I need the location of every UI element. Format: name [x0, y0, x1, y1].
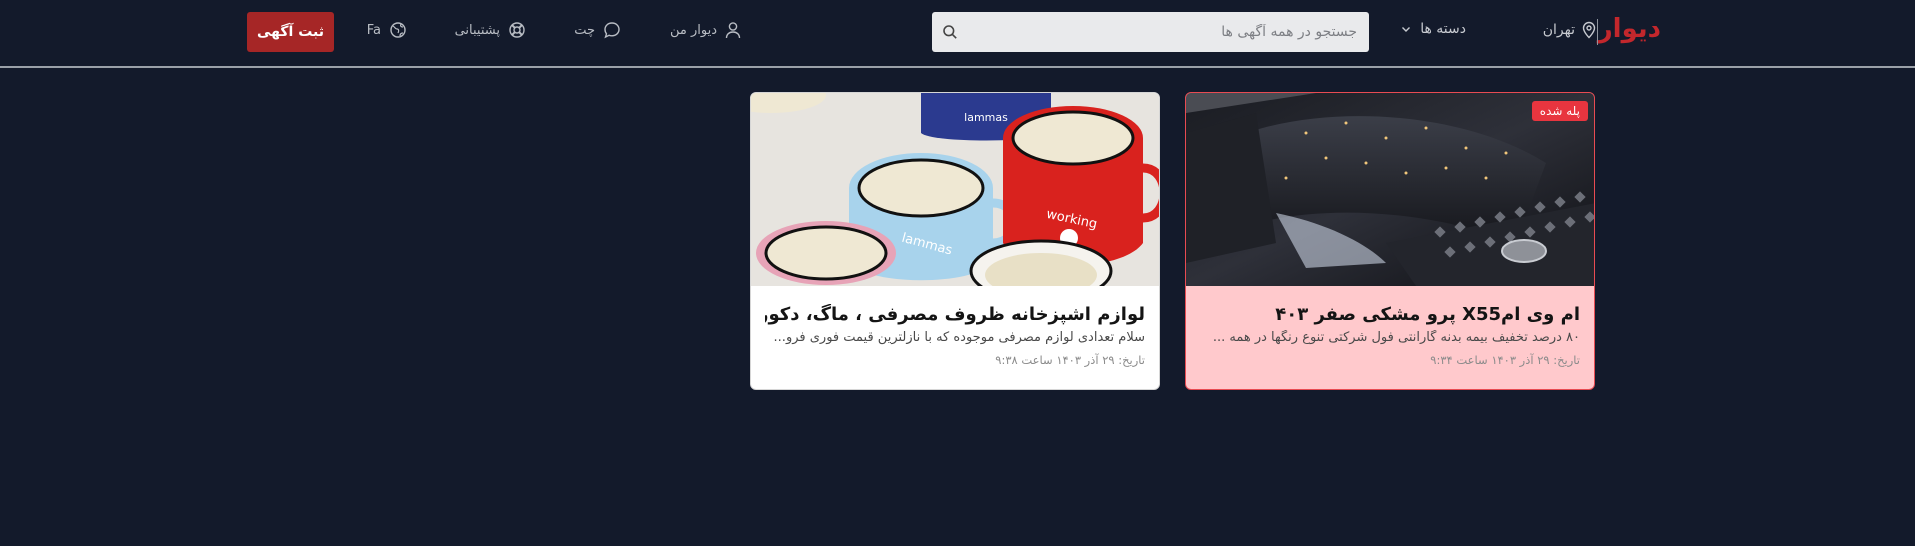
- mug-text-1: lammas: [964, 111, 1008, 124]
- listing-title[interactable]: ام وی امX55 پرو مشکی صفر ۴۰۳: [1200, 304, 1580, 325]
- divar-logo[interactable]: دیوار: [1598, 14, 1662, 44]
- listing-date: تاریخ: ۲۹ آذر ۱۴۰۳ ساعت ۹:۳۸: [995, 353, 1145, 367]
- language-switcher[interactable]: Fa: [367, 21, 407, 39]
- search-input[interactable]: [958, 24, 1359, 40]
- chat-link[interactable]: چت: [574, 21, 621, 39]
- listing-title[interactable]: لوازم اشپزخانه ظروف مصرفی ، ماگ، دکوری و…: [765, 304, 1145, 325]
- search-icon[interactable]: [942, 24, 958, 40]
- language-label: Fa: [366, 22, 381, 38]
- listing-body: لوازم اشپزخانه ظروف مصرفی ، ماگ، دکوری و…: [751, 286, 1159, 389]
- search-box[interactable]: [932, 12, 1369, 52]
- listing-body: ام وی امX55 پرو مشکی صفر ۴۰۳ ۸۰ درصد تخف…: [1186, 286, 1594, 389]
- header-divider: [1597, 19, 1598, 45]
- listing-description: ۸۰ درصد تخفیف بیمه بدنه گارانتی فول شرکت…: [1212, 330, 1580, 345]
- listing-image: پله شده: [1186, 93, 1594, 286]
- listing-card[interactable]: پله شده ام وی امX55 پرو مشکی صفر ۴۰۳ ۸۰ …: [1185, 92, 1595, 390]
- my-divar-label: دیوار من: [669, 22, 717, 38]
- categories-dropdown[interactable]: دسته ها: [1400, 21, 1466, 37]
- listing-date: تاریخ: ۲۹ آذر ۱۴۰۳ ساعت ۹:۳۴: [1430, 353, 1580, 367]
- chevron-down-icon: [1400, 23, 1412, 35]
- support-lifebuoy-icon: [508, 21, 526, 39]
- chat-bubble-icon: [603, 21, 621, 39]
- listing-description: سلام تعدادی لوازم مصرفی موجوده که با ناز…: [773, 330, 1145, 345]
- city-label: تهران: [1542, 22, 1575, 38]
- globe-icon: [389, 21, 407, 39]
- categories-label: دسته ها: [1420, 21, 1466, 37]
- chat-label: چت: [574, 22, 595, 38]
- listing-card[interactable]: lammas lammas working لوازم اشپزخانه ظرو: [750, 92, 1160, 390]
- listing-image: lammas lammas working: [751, 93, 1159, 286]
- bumped-badge: پله شده: [1531, 101, 1588, 121]
- city-selector[interactable]: تهران: [1543, 21, 1597, 39]
- my-divar-link[interactable]: دیوار من: [670, 21, 741, 39]
- user-icon: [725, 21, 741, 39]
- top-header: دیوار تهران دسته ها دیوار من چت: [0, 0, 1915, 68]
- support-link[interactable]: پشتیبانی: [455, 21, 526, 39]
- location-pin-icon: [1581, 21, 1597, 39]
- post-ad-button[interactable]: ثبت آگهی: [247, 12, 334, 52]
- support-label: پشتیبانی: [454, 22, 500, 38]
